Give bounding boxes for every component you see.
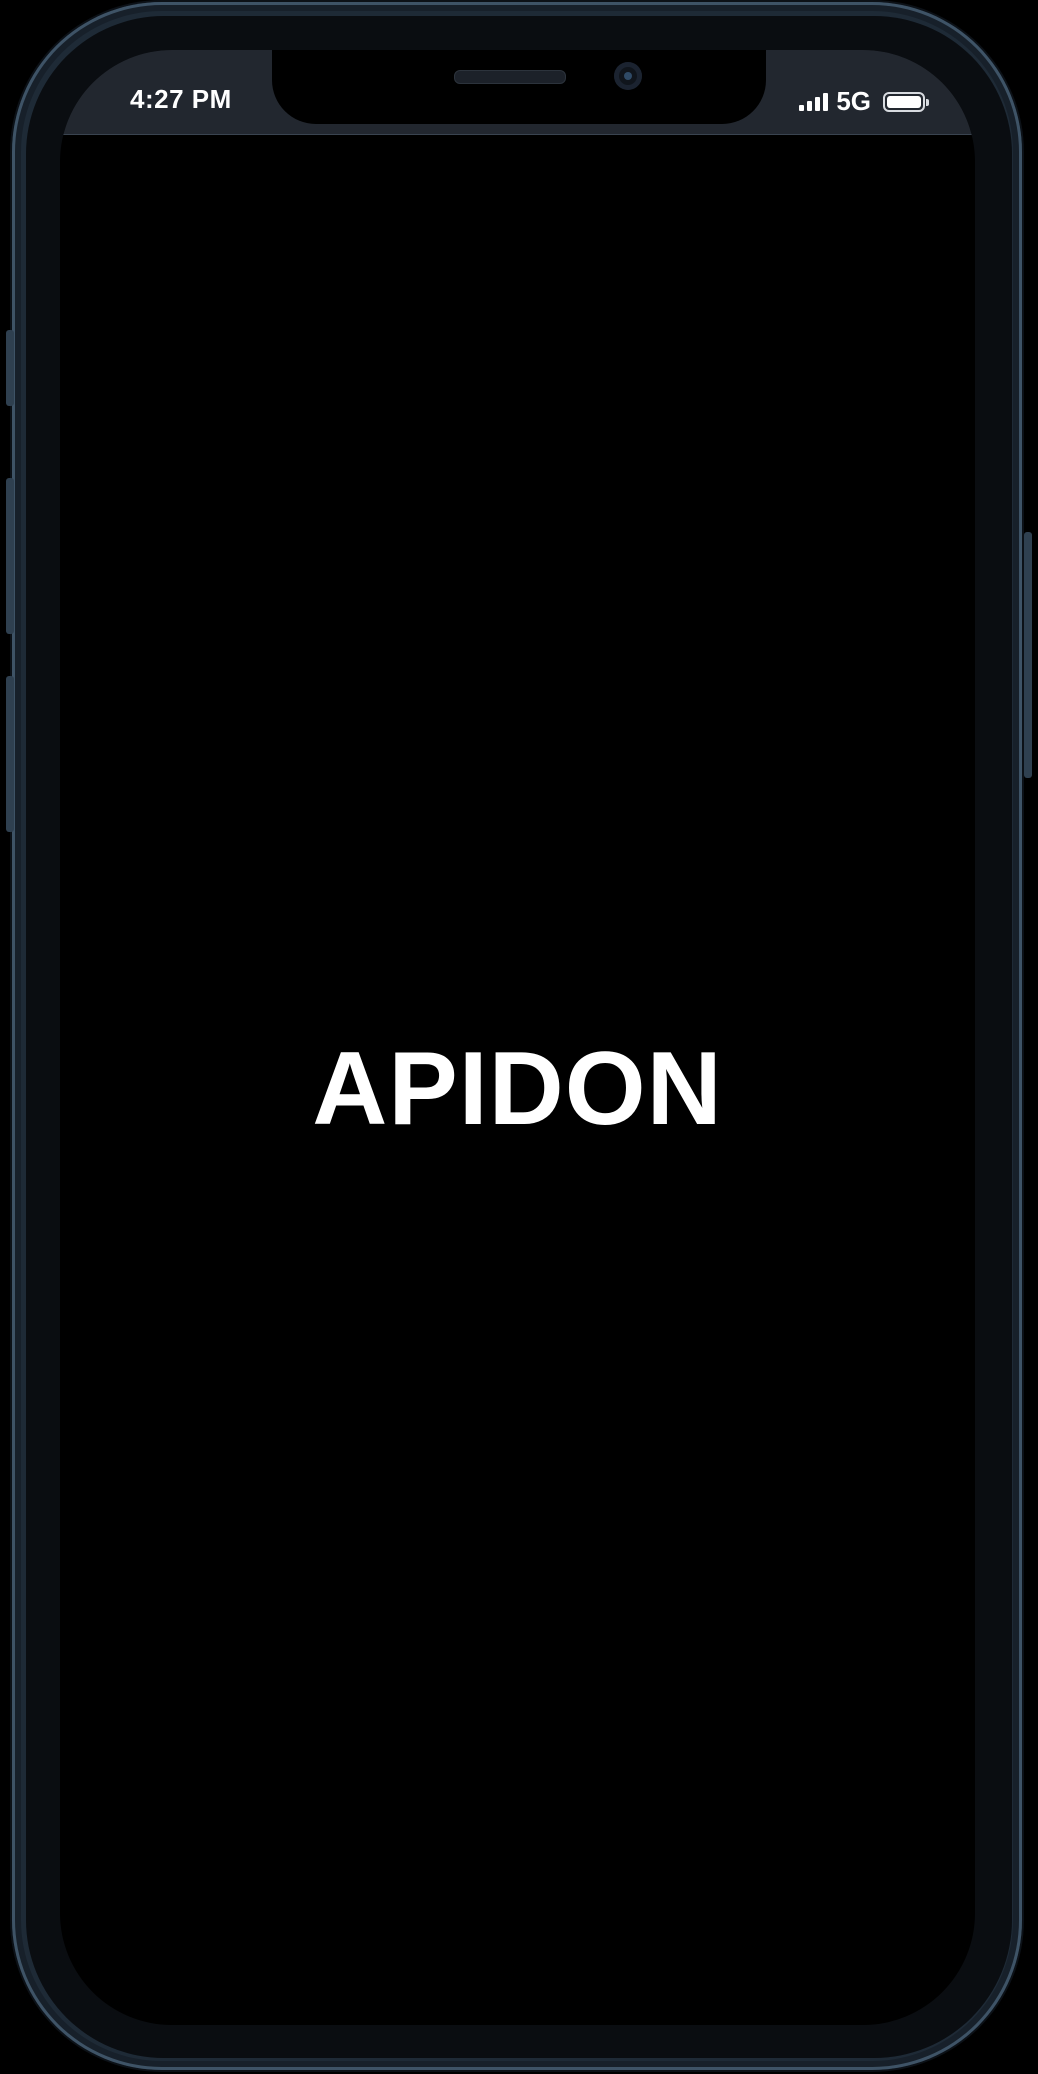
status-indicators: 5G: [799, 86, 929, 117]
splash-title: APIDON: [312, 1031, 723, 1147]
signal-bars-icon: [799, 92, 829, 111]
speaker-grille: [454, 70, 566, 84]
notch: [272, 50, 766, 124]
battery-icon: [883, 91, 929, 112]
device-stage: 4:27 PM 5G APIDON: [0, 0, 1038, 2074]
phone-screen: 4:27 PM 5G APIDON: [60, 50, 975, 2025]
volume-down-button: [6, 676, 14, 832]
mute-switch: [6, 330, 14, 406]
network-type: 5G: [836, 86, 871, 116]
power-button: [1024, 532, 1032, 778]
volume-up-button: [6, 478, 14, 634]
front-camera-icon: [614, 62, 642, 90]
status-time: 4:27 PM: [130, 84, 232, 114]
status-bar: 4:27 PM 5G: [60, 50, 975, 135]
